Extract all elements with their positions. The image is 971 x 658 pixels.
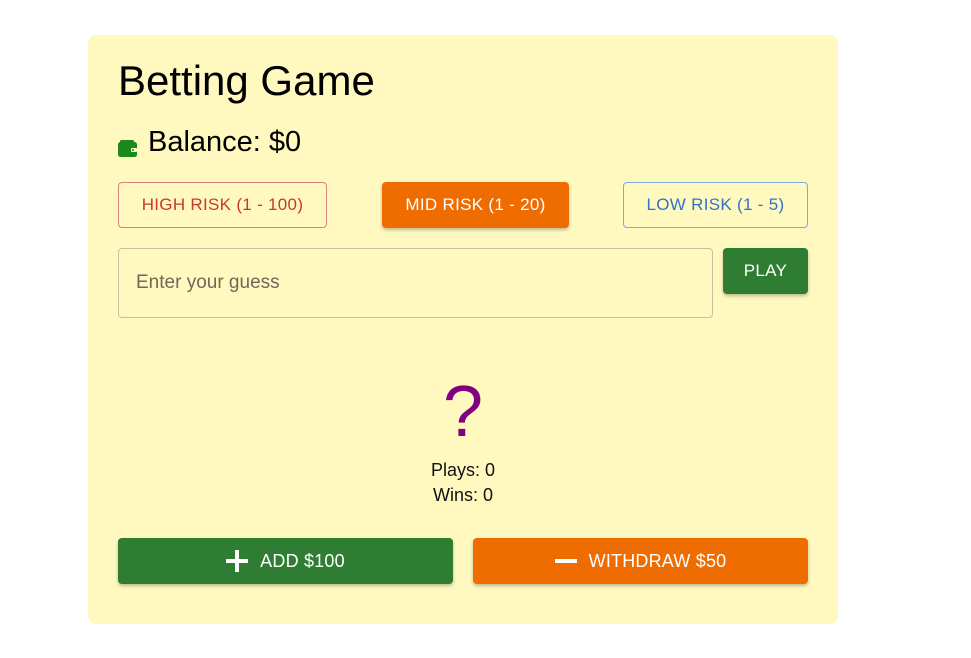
balance-display: Balance: $0 (118, 125, 301, 159)
guess-input[interactable] (118, 248, 713, 318)
high-risk-button[interactable]: HIGH RISK (1 - 100) (118, 182, 327, 228)
wallet-icon (118, 133, 138, 157)
withdraw-label: WITHDRAW $50 (588, 550, 727, 571)
mystery-number: ? (442, 372, 484, 452)
plays-count: Plays: 0 (430, 460, 496, 480)
balance-label: Balance: $0 (148, 125, 302, 158)
game-card: Betting Game Balance: $0 HIGH RISK (1 - … (88, 35, 838, 624)
add-funds-label: ADD $100 (260, 550, 345, 571)
wins-count: Wins: 0 (432, 485, 493, 505)
withdraw-button[interactable]: WITHDRAW $50 (473, 538, 808, 584)
page-title: Betting Game (118, 57, 375, 104)
add-funds-button[interactable]: ADD $100 (118, 538, 453, 584)
play-button[interactable]: PLAY (723, 248, 808, 294)
plus-icon (226, 550, 249, 572)
low-risk-button[interactable]: LOW RISK (1 - 5) (623, 182, 808, 228)
mid-risk-button[interactable]: MID RISK (1 - 20) (382, 182, 569, 228)
minus-icon (554, 550, 577, 572)
